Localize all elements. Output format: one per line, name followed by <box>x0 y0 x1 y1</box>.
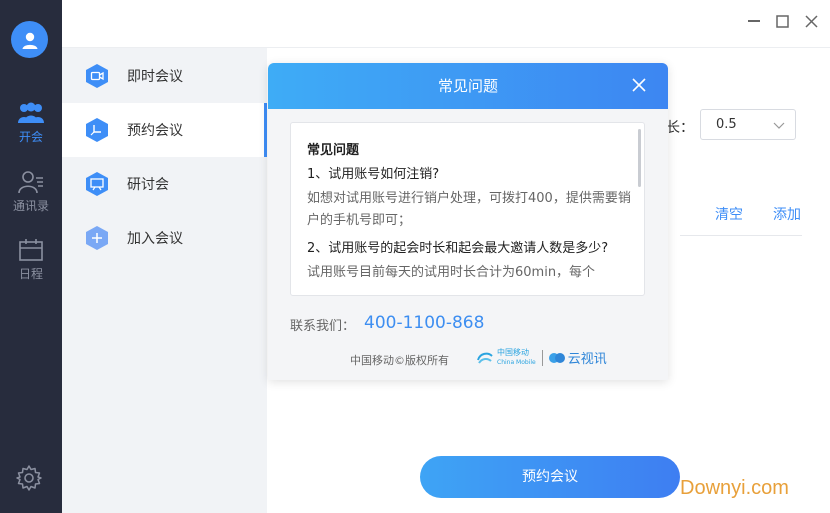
add-link[interactable]: 添加 <box>773 204 801 224</box>
contacts-icon <box>18 171 43 194</box>
presentation-icon <box>84 171 110 197</box>
rail-label-meeting: 开会 <box>18 130 43 144</box>
gear-icon[interactable] <box>15 464 43 496</box>
duration-value: 0.5 <box>716 117 737 132</box>
duration-select[interactable]: 0.5 <box>700 109 796 140</box>
rail-label-contacts: 通讯录 <box>12 199 49 213</box>
contact-label: 联系我们： <box>290 319 356 334</box>
rail-label-schedule: 日程 <box>18 267 43 281</box>
faq-question-2: 2、试用账号的起会时长和起会最大邀请人数是多少? <box>307 241 609 256</box>
schedule-meeting-button[interactable]: 预约会议 <box>420 456 680 498</box>
submenu-item-instant[interactable]: 即时会议 <box>62 49 267 103</box>
faq-answer-1: 如想对试用账号进行销户处理，可拨打400，提供需要销户的手机号即可； <box>307 191 631 228</box>
scrollbar-thumb[interactable] <box>638 129 641 187</box>
title-bar <box>62 0 830 48</box>
brand-cm-cn: 中国移动 <box>497 348 529 357</box>
submenu-label-seminar: 研讨会 <box>127 177 169 193</box>
cloud-video-logo-icon <box>548 352 565 363</box>
rail-item-schedule[interactable]: 日程 <box>0 238 62 282</box>
brand-yunshixun: 云视讯 <box>567 352 607 367</box>
clear-link[interactable]: 清空 <box>715 204 743 224</box>
close-icon[interactable] <box>628 74 650 96</box>
maximize-icon[interactable] <box>773 12 791 30</box>
user-icon <box>22 32 37 49</box>
faq-modal: 常见问题 常见问题 1、试用账号如何注销? 如想对试用账号进行销户处理，可拨打4… <box>268 63 668 380</box>
meeting-submenu: 即时会议 预约会议 研讨会 加入会议 <box>62 48 267 513</box>
brand-china-mobile: 中国移动 China Mobile <box>497 348 536 367</box>
contact-number: 400-1100-868 <box>364 313 485 333</box>
copyright-text: 中国移动©版权所有 <box>350 354 449 367</box>
brand-logo: 中国移动 China Mobile 云视讯 <box>476 348 607 367</box>
faq-question-1: 1、试用账号如何注销? <box>307 167 440 182</box>
brand-cm-en: China Mobile <box>497 359 536 366</box>
chevron-down-icon <box>773 122 785 129</box>
faq-content[interactable]: 常见问题 1、试用账号如何注销? 如想对试用账号进行销户处理，可拨打400，提供… <box>290 122 645 296</box>
rail-item-contacts[interactable]: 通讯录 <box>0 170 62 214</box>
submenu-label-schedule: 预约会议 <box>127 123 183 139</box>
submenu-item-schedule[interactable]: 预约会议 <box>62 103 267 157</box>
submenu-label-instant: 即时会议 <box>127 69 183 85</box>
left-rail: 开会 通讯录 日程 <box>0 0 62 513</box>
minimize-icon[interactable] <box>745 12 763 30</box>
video-camera-icon <box>84 63 110 89</box>
modal-title: 常见问题 <box>437 77 498 95</box>
people-icon <box>18 102 44 123</box>
close-window-icon[interactable] <box>802 12 820 30</box>
china-mobile-logo-icon <box>477 352 493 364</box>
rail-item-meeting[interactable]: 开会 <box>0 101 62 145</box>
submenu-item-seminar[interactable]: 研讨会 <box>62 157 267 211</box>
faq-answer-2: 试用账号目前每天的试用时长合计为60min，每个 <box>307 265 596 280</box>
faq-heading: 常见问题 <box>307 143 360 158</box>
calendar-icon <box>19 239 43 261</box>
submenu-label-join: 加入会议 <box>127 231 183 247</box>
submenu-item-join[interactable]: 加入会议 <box>62 211 267 265</box>
watermark: Downyi.com <box>680 477 789 499</box>
divider <box>680 235 802 236</box>
plus-icon <box>84 225 110 251</box>
brand-separator <box>541 349 543 366</box>
clock-icon <box>84 117 110 143</box>
avatar[interactable] <box>11 21 48 58</box>
duration-label: 长： <box>666 120 694 136</box>
